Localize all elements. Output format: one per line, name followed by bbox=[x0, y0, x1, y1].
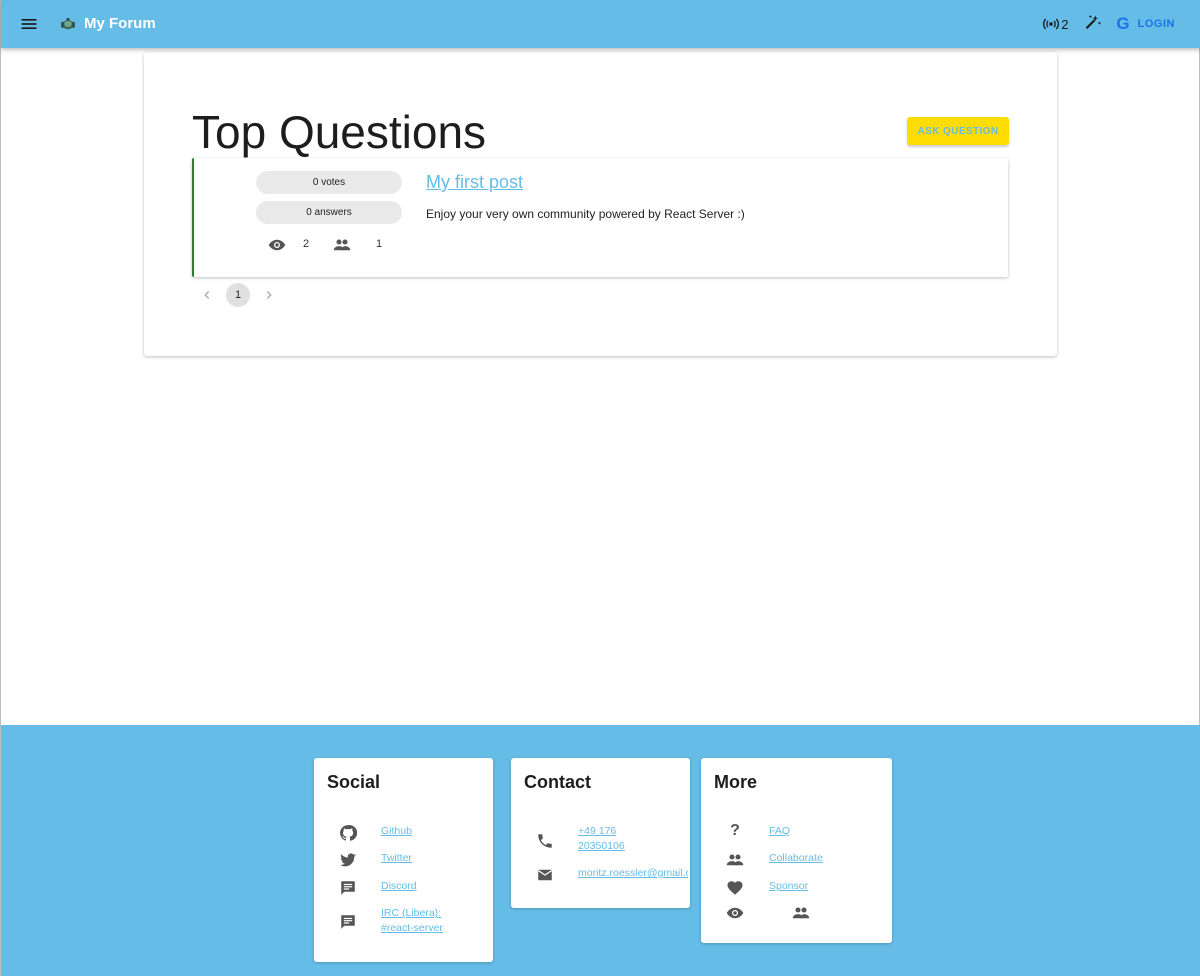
question-description: Enjoy your very own community powered by… bbox=[426, 207, 745, 221]
question-title-link[interactable]: My first post bbox=[426, 172, 523, 193]
chat-icon bbox=[341, 881, 355, 895]
chevron-right-icon[interactable] bbox=[262, 288, 276, 302]
contact-title: Contact bbox=[524, 772, 591, 792]
email-link[interactable]: moritz.roessler@gmail.com bbox=[578, 866, 688, 881]
online-count: 2 bbox=[1061, 16, 1069, 32]
more-title: More bbox=[714, 772, 758, 792]
answers-badge: 0 answers bbox=[256, 201, 402, 224]
more-card: More ? FAQ Collaborate Sponsor bbox=[701, 758, 892, 943]
phone-link[interactable]: +49 176 20350106 bbox=[578, 824, 658, 854]
irc-link[interactable]: IRC (Libera): #react-server bbox=[381, 906, 471, 936]
heart-icon bbox=[727, 881, 743, 895]
online-users: 2 bbox=[1043, 17, 1068, 32]
views-count: 2 bbox=[303, 238, 310, 250]
social-title: Social bbox=[327, 772, 381, 792]
question-stats: 2 1 bbox=[268, 236, 398, 254]
login-label: LOGIN bbox=[1137, 18, 1175, 30]
forum-logo-icon bbox=[61, 18, 75, 30]
app-bar-actions: 2 G LOGIN bbox=[1043, 12, 1175, 36]
help-icon: ? bbox=[730, 822, 740, 839]
discord-link[interactable]: Discord bbox=[381, 879, 417, 894]
pagination: 1 bbox=[200, 283, 276, 307]
github-icon bbox=[340, 825, 357, 841]
eye-icon bbox=[726, 907, 744, 919]
footer: Social Github Twitter Discord IRC (Liber… bbox=[1, 725, 1200, 976]
question-card: 0 votes 0 answers 2 1 My first post Enjo… bbox=[192, 158, 1008, 277]
collaborate-link[interactable]: Collaborate bbox=[769, 851, 823, 866]
social-card: Social Github Twitter Discord IRC (Liber… bbox=[314, 758, 493, 962]
github-link[interactable]: Github bbox=[381, 824, 412, 839]
people-icon bbox=[333, 239, 351, 251]
participants-count: 1 bbox=[376, 238, 383, 250]
menu-icon[interactable] bbox=[19, 14, 39, 34]
google-icon: G bbox=[1116, 14, 1130, 33]
votes-badge: 0 votes bbox=[256, 171, 402, 194]
chat-icon bbox=[341, 915, 355, 929]
people-icon bbox=[792, 907, 810, 919]
eye-icon bbox=[268, 239, 286, 251]
twitter-link[interactable]: Twitter bbox=[381, 851, 412, 866]
people-icon bbox=[726, 854, 744, 866]
magic-wand-icon[interactable] bbox=[1082, 14, 1102, 34]
contact-card: Contact +49 176 20350106 moritz.roessler… bbox=[511, 758, 690, 908]
questions-panel: Top Questions ASK QUESTION 0 votes 0 ans… bbox=[144, 52, 1057, 356]
login-button[interactable]: G LOGIN bbox=[1116, 14, 1175, 34]
ask-question-button[interactable]: ASK QUESTION bbox=[907, 117, 1009, 145]
app-bar: My Forum 2 G LOGIN bbox=[1, 0, 1200, 48]
chevron-left-icon[interactable] bbox=[200, 288, 214, 302]
online-users-icon bbox=[1043, 18, 1060, 30]
page-title: Top Questions bbox=[192, 106, 487, 158]
page-button-current[interactable]: 1 bbox=[226, 283, 250, 307]
app-title: My Forum bbox=[84, 15, 156, 32]
faq-link[interactable]: FAQ bbox=[769, 824, 790, 839]
brand[interactable]: My Forum bbox=[59, 14, 156, 34]
sponsor-link[interactable]: Sponsor bbox=[769, 879, 808, 894]
email-icon bbox=[537, 869, 553, 881]
twitter-icon bbox=[340, 853, 356, 867]
phone-icon bbox=[538, 834, 552, 848]
